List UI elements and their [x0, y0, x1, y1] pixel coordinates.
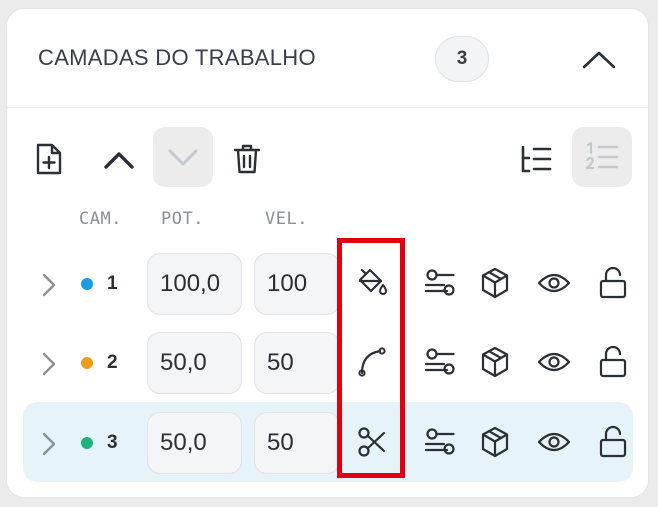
layer-number: 2 — [107, 352, 118, 373]
move-layer-up-button[interactable] — [93, 137, 145, 183]
eye-icon — [537, 352, 571, 372]
expand-layer-button[interactable] — [41, 432, 57, 456]
chevron-right-icon — [42, 273, 56, 297]
unlock-icon — [599, 345, 627, 378]
power-input[interactable]: 100,0 — [147, 253, 242, 315]
layer-mode-button[interactable] — [355, 424, 389, 460]
layer-3d-button[interactable] — [478, 424, 512, 460]
collapse-panel-button[interactable] — [579, 45, 619, 75]
speed-input[interactable]: 50 — [254, 412, 340, 474]
delete-layer-button[interactable] — [225, 137, 269, 181]
toggle-visibility-button[interactable] — [537, 344, 571, 380]
layer-number: 1 — [107, 273, 118, 294]
numbered-list-icon — [585, 141, 619, 170]
move-down-icon — [168, 149, 198, 166]
layer-number: 3 — [107, 432, 118, 453]
speed-input[interactable]: 100 — [254, 253, 340, 315]
add-layer-button[interactable] — [33, 137, 65, 181]
delete-icon — [233, 144, 261, 174]
toggle-lock-button[interactable] — [596, 424, 630, 460]
list-view-button[interactable] — [511, 137, 559, 181]
layer-settings-button[interactable] — [423, 265, 457, 301]
settings-sliders-icon — [424, 348, 455, 375]
add-file-icon — [36, 143, 62, 175]
cube-icon — [481, 426, 509, 458]
settings-sliders-icon — [424, 428, 455, 455]
move-layer-down-button[interactable] — [153, 127, 213, 187]
panel-title: CAMADAS DO TRABALHO — [38, 45, 316, 70]
layer-settings-button[interactable] — [423, 344, 457, 380]
chevron-right-icon — [42, 432, 56, 456]
layer-count-badge: 3 — [435, 36, 489, 82]
expand-layer-button[interactable] — [41, 352, 57, 376]
unlock-icon — [599, 266, 627, 299]
toggle-lock-button[interactable] — [596, 344, 630, 380]
layer-mode-button[interactable] — [355, 344, 389, 380]
layer-3d-button[interactable] — [478, 265, 512, 301]
fill-bucket-icon — [358, 268, 387, 295]
numbered-list-button[interactable] — [572, 127, 632, 187]
column-header-cam: CAM. — [79, 209, 122, 229]
toggle-visibility-button[interactable] — [537, 265, 571, 301]
panel-header: CAMADAS DO TRABALHO 3 — [7, 9, 648, 108]
unlock-icon — [599, 425, 627, 458]
layer-3d-button[interactable] — [478, 344, 512, 380]
list-view-icon — [521, 145, 552, 173]
toggle-lock-button[interactable] — [596, 265, 630, 301]
toggle-visibility-button[interactable] — [537, 424, 571, 460]
cube-icon — [481, 346, 509, 378]
layer-color-dot — [81, 437, 93, 449]
layer-color-dot — [81, 278, 93, 290]
power-input[interactable]: 50,0 — [147, 332, 242, 394]
expand-layer-button[interactable] — [41, 273, 57, 297]
cube-icon — [481, 267, 509, 299]
column-header-pot: POT. — [161, 209, 204, 229]
move-up-icon — [104, 152, 134, 169]
chevron-up-icon — [582, 51, 616, 69]
layers-panel: CAMADAS DO TRABALHO 3 CAM. POT. VEL. 1 1… — [6, 8, 649, 498]
layer-row-selected[interactable]: 3 50,0 50 — [23, 402, 633, 482]
layer-settings-button[interactable] — [423, 424, 457, 460]
settings-sliders-icon — [424, 269, 455, 296]
speed-input[interactable]: 50 — [254, 332, 340, 394]
layer-row[interactable]: 1 100,0 100 — [23, 243, 633, 323]
column-header-vel: VEL. — [265, 209, 308, 229]
curve-line-icon — [358, 347, 386, 377]
eye-icon — [537, 432, 571, 452]
power-input[interactable]: 50,0 — [147, 412, 242, 474]
layer-mode-button[interactable] — [355, 265, 389, 301]
eye-icon — [537, 273, 571, 293]
chevron-right-icon — [42, 352, 56, 376]
scissors-icon — [358, 427, 386, 457]
layer-row[interactable]: 2 50,0 50 — [23, 322, 633, 402]
layer-color-dot — [81, 357, 93, 369]
